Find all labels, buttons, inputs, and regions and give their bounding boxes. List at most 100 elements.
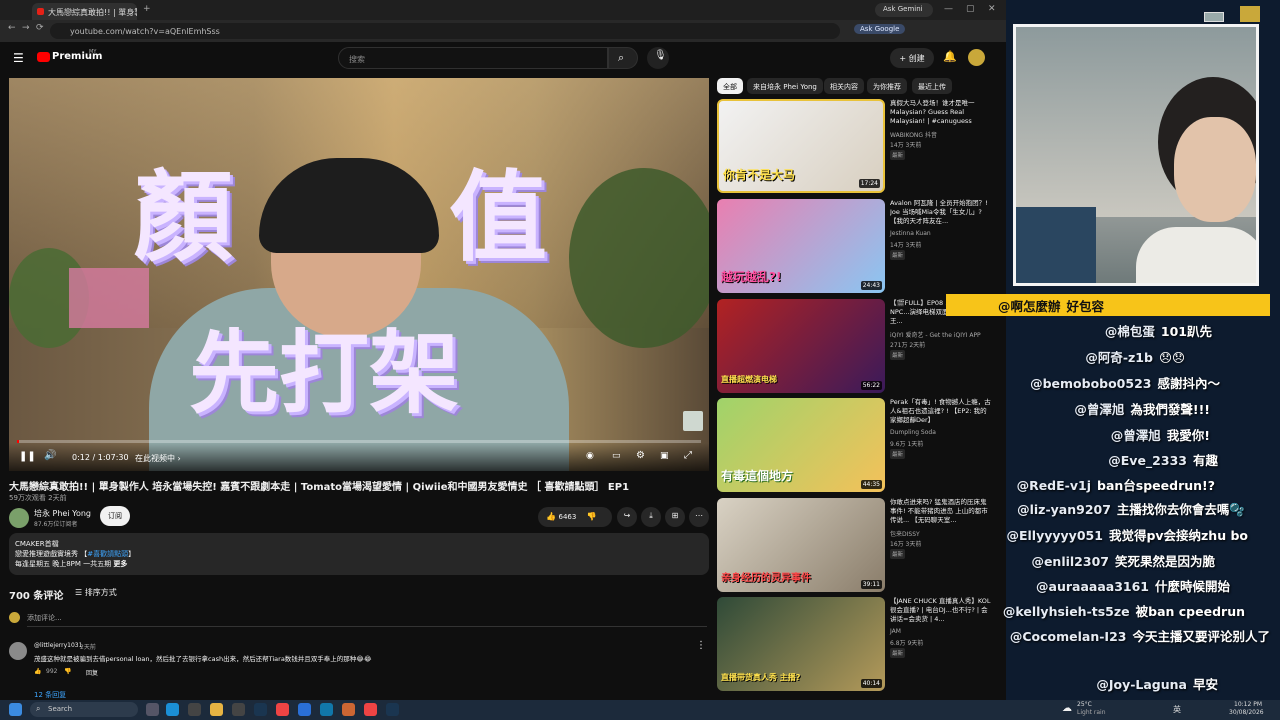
windows-start-icon[interactable] bbox=[9, 703, 22, 716]
subscribe-button[interactable]: 订阅 bbox=[100, 506, 130, 526]
settings-gear-icon[interactable]: ⚙ bbox=[636, 450, 645, 461]
notifications-bell-icon[interactable]: 🔔 bbox=[943, 50, 957, 63]
ask-google-button[interactable]: Ask Google bbox=[854, 24, 906, 34]
recommendation-channel[interactable]: WABIKONG 抖音 bbox=[890, 130, 937, 139]
recommendation-title[interactable]: 真假大马人登场！谁才是唯一Malaysian? Guess Real Malay… bbox=[890, 99, 993, 127]
reload-icon[interactable]: ⟳ bbox=[36, 23, 44, 33]
edge-browser-icon[interactable] bbox=[166, 703, 179, 716]
channel-name[interactable]: 培永 Phei Yong bbox=[34, 508, 91, 519]
description-box[interactable]: CMAKER首檔 戀愛推理遊戲實境秀 【#喜歡請點頭】 每逢星期五 晚上8PM … bbox=[9, 533, 709, 575]
recommendation-title[interactable]: 你敢点进来吗? 猛鬼酒店的压床鬼事件! 不能带猪肉进岛 上山的都市传说... 【… bbox=[890, 498, 993, 526]
pause-button[interactable]: ❚❚ bbox=[19, 451, 36, 462]
recommendation-channel[interactable]: JAM bbox=[890, 628, 901, 635]
recommendation-thumbnail[interactable]: 有毒這個地方 44:35 bbox=[717, 398, 885, 492]
recommendation-item[interactable]: 亲身经历的灵异事件 39:11 你敢点进来吗? 猛鬼酒店的压床鬼事件! 不能带猪… bbox=[717, 498, 1002, 592]
store-icon[interactable] bbox=[188, 703, 201, 716]
save-icon[interactable]: ⊞ bbox=[665, 507, 685, 527]
comment-reply-button[interactable]: 回复 bbox=[86, 668, 98, 677]
maximize-button[interactable]: ▢ bbox=[966, 4, 975, 14]
hashtag-link[interactable]: #喜歡請點頭 bbox=[87, 550, 128, 558]
task-view-icon[interactable] bbox=[146, 703, 159, 716]
progress-bar[interactable] bbox=[17, 440, 701, 443]
recommendation-channel[interactable]: iQIYI 爱奇艺 - Get the iQIYI APP bbox=[890, 330, 981, 339]
chip-recent[interactable]: 最近上传 bbox=[912, 78, 952, 94]
subtitles-icon[interactable]: ▭ bbox=[612, 451, 621, 461]
recommendation-item[interactable]: 直播带货真人秀 主播? 40:14 【JANE CHUCK 直播真人秀】KOL很… bbox=[717, 597, 1002, 691]
comment-like-icon[interactable]: 👍 bbox=[34, 668, 41, 675]
recommendation-thumbnail[interactable]: 直播超燃演电梯 56:22 bbox=[717, 299, 885, 393]
weather-desc[interactable]: Light rain bbox=[1077, 709, 1106, 716]
recommendation-thumbnail[interactable]: 越玩越乱?! 24:43 bbox=[717, 199, 885, 293]
recommendation-title[interactable]: 【JANE CHUCK 直播真人秀】KOL很会直播? | 电台DJ...也不行?… bbox=[890, 597, 993, 625]
comment-dislike-icon[interactable]: 👎 bbox=[64, 668, 71, 675]
weather-temp[interactable]: 25°C bbox=[1077, 701, 1092, 708]
description-more-link[interactable]: 更多 bbox=[113, 560, 127, 568]
chip-all[interactable]: 全部 bbox=[717, 78, 743, 94]
browser-tab-youtube[interactable]: 大馬戀綜真敢拍!! | 單身製作 bbox=[32, 3, 137, 20]
recommendation-thumbnail[interactable]: 直播带货真人秀 主播? 40:14 bbox=[717, 597, 885, 691]
recommendation-title[interactable]: Avalon 阿瓦隆 | 全员开始抱团？! Joe 当场喊Mia令我「生女儿」?… bbox=[890, 199, 993, 227]
app-icon[interactable] bbox=[298, 703, 311, 716]
clock-time[interactable]: 10:12 PM bbox=[1234, 701, 1262, 708]
account-avatar[interactable] bbox=[968, 49, 985, 66]
menu-icon[interactable]: ☰ bbox=[13, 51, 24, 65]
forward-icon[interactable]: → bbox=[22, 23, 30, 33]
chip-recommended[interactable]: 为你推荐 bbox=[867, 78, 907, 94]
new-tab-button[interactable]: + bbox=[143, 4, 151, 14]
create-button[interactable]: + 创建 bbox=[890, 48, 934, 68]
like-icon[interactable]: 👍 bbox=[546, 512, 556, 521]
recommendation-thumbnail[interactable]: 你肯不是大马 17:24 bbox=[717, 99, 885, 193]
file-explorer-icon[interactable] bbox=[210, 703, 223, 716]
taskbar-search-input[interactable]: ⌕ Search bbox=[30, 702, 138, 717]
more-actions-icon[interactable]: ⋯ bbox=[689, 507, 709, 527]
recommendation-channel[interactable]: 包来DISSY bbox=[890, 529, 920, 538]
recommendation-thumbnail[interactable]: 亲身经历的灵异事件 39:11 bbox=[717, 498, 885, 592]
voice-search-button[interactable]: 🎙 bbox=[647, 47, 669, 69]
download-icon[interactable]: ⤓ bbox=[641, 507, 661, 527]
minimize-button[interactable]: — bbox=[944, 4, 953, 14]
search-input[interactable]: 搜索 bbox=[338, 47, 608, 69]
recommendation-item[interactable]: 越玩越乱?! 24:43 Avalon 阿瓦隆 | 全员开始抱团？! Joe 当… bbox=[717, 199, 1002, 293]
steam2-icon[interactable] bbox=[386, 703, 399, 716]
recommendation-item[interactable]: 有毒這個地方 44:35 Perak「有毒」! 食物撼人上瘾，古人&祖石也遗這裡… bbox=[717, 398, 1002, 492]
volume-icon[interactable]: 🔊 bbox=[44, 450, 56, 461]
recommendation-channel[interactable]: Dumpling Soda bbox=[890, 429, 936, 436]
recommendation-title[interactable]: Perak「有毒」! 食物撼人上瘾，古人&祖石也遗這裡? ! 【EP2: 我的家… bbox=[890, 398, 993, 426]
dislike-icon[interactable]: 👎 bbox=[587, 512, 597, 521]
video-player[interactable]: 顏 值 先打架 ❚❚ 🔊 0:12 / 1:07:30 在此视频中 › ◉ ▭ … bbox=[9, 78, 709, 471]
ask-gemini-button[interactable]: Ask Gemini bbox=[875, 3, 933, 17]
chrome-profile-icon[interactable] bbox=[364, 703, 377, 716]
youtube-logo-icon[interactable] bbox=[37, 52, 50, 62]
chapter-button[interactable]: 在此视频中 › bbox=[135, 453, 181, 464]
chip-related[interactable]: 相关内容 bbox=[824, 78, 864, 94]
url-input[interactable]: youtube.com/watch?v=aQEnlEmhSss bbox=[50, 23, 840, 39]
commenter-avatar[interactable] bbox=[9, 642, 27, 660]
steam-icon[interactable] bbox=[254, 703, 267, 716]
app3-icon[interactable] bbox=[342, 703, 355, 716]
obs-icon[interactable] bbox=[232, 703, 245, 716]
recommendation-channel[interactable]: Jestinna Kuan bbox=[890, 230, 931, 237]
recommendation-item[interactable]: 你肯不是大马 17:24 真假大马人登场！谁才是唯一Malaysian? Gue… bbox=[717, 99, 1002, 193]
input-language[interactable]: 英 bbox=[1173, 704, 1181, 715]
sort-comments-button[interactable]: ☰ 排序方式 bbox=[75, 587, 117, 598]
new-badge: 最新 bbox=[890, 150, 906, 160]
close-window-button[interactable]: ✕ bbox=[988, 4, 996, 14]
chrome-icon[interactable] bbox=[276, 703, 289, 716]
fullscreen-icon[interactable]: ⤢ bbox=[684, 450, 692, 461]
channel-watermark[interactable] bbox=[683, 411, 703, 431]
share-icon[interactable]: ↪ bbox=[617, 507, 637, 527]
view-replies-button[interactable]: 12 条回复 bbox=[34, 690, 66, 700]
back-icon[interactable]: ← bbox=[8, 23, 16, 33]
add-comment-input[interactable]: 添加评论... bbox=[27, 613, 707, 627]
description-text-end: 】 bbox=[128, 550, 136, 558]
clock-date[interactable]: 30/08/2026 bbox=[1229, 709, 1264, 716]
comment-author[interactable]: @littlejerry1031 bbox=[34, 642, 82, 649]
app2-icon[interactable] bbox=[320, 703, 333, 716]
channel-avatar[interactable] bbox=[9, 508, 29, 528]
like-count[interactable]: 6463 bbox=[559, 513, 577, 521]
search-button[interactable]: ⌕ bbox=[608, 47, 638, 69]
miniplayer-icon[interactable]: ▣ bbox=[660, 451, 669, 461]
chip-from-channel[interactable]: 来自培永 Phei Yong bbox=[747, 78, 823, 94]
comment-menu-icon[interactable]: ⋮ bbox=[696, 640, 706, 651]
autoplay-toggle-icon[interactable]: ◉ bbox=[586, 451, 594, 461]
